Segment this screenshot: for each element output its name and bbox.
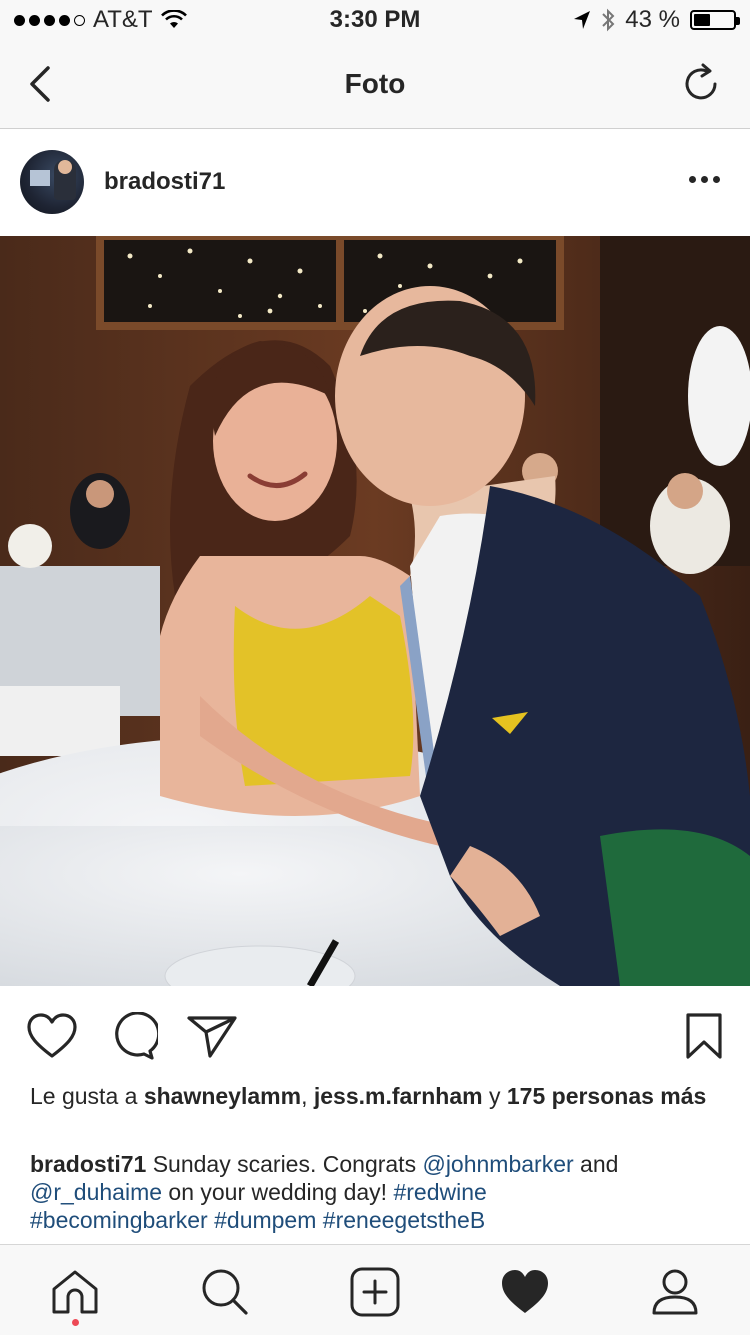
mention-link[interactable]: @johnmbarker bbox=[422, 1151, 573, 1177]
add-post-icon bbox=[350, 1267, 400, 1317]
post-photo[interactable] bbox=[0, 236, 750, 986]
activity-heart-icon bbox=[502, 1270, 548, 1313]
likes-conjunction: y bbox=[482, 1083, 507, 1109]
tab-bar bbox=[0, 1244, 750, 1335]
bluetooth-icon bbox=[602, 8, 615, 32]
page-title: Foto bbox=[344, 68, 406, 99]
post-actions bbox=[0, 986, 750, 1082]
post-photo-image bbox=[0, 236, 750, 986]
send-icon[interactable] bbox=[186, 1012, 238, 1060]
caption-text: on your wedding day! bbox=[162, 1179, 394, 1205]
avatar[interactable] bbox=[20, 150, 84, 214]
comment-icon[interactable] bbox=[106, 1012, 158, 1060]
hashtag-link[interactable]: #becomingbarker bbox=[30, 1207, 208, 1233]
status-bar: AT&T 3:30 PM 43 % bbox=[0, 0, 750, 40]
caption-author[interactable]: bradosti71 bbox=[30, 1151, 146, 1177]
search-icon bbox=[202, 1269, 248, 1315]
notification-dot bbox=[72, 1319, 79, 1326]
likes-prefix: Le gusta a bbox=[30, 1083, 144, 1109]
likes-others-count[interactable]: 175 personas más bbox=[507, 1083, 706, 1109]
more-options-icon[interactable] bbox=[689, 176, 720, 183]
nav-bar: Foto bbox=[0, 40, 750, 129]
caption-text: and bbox=[573, 1151, 619, 1177]
profile-icon bbox=[652, 1269, 698, 1315]
battery-icon bbox=[690, 10, 740, 30]
liker-link[interactable]: jess.m.farnham bbox=[314, 1083, 483, 1109]
bookmark-icon[interactable] bbox=[678, 1012, 730, 1060]
tab-add-post[interactable] bbox=[350, 1267, 400, 1317]
hashtag-link[interactable]: #redwine bbox=[393, 1179, 486, 1205]
tab-activity[interactable] bbox=[500, 1267, 550, 1317]
caption-text: Sunday scaries. Congrats bbox=[146, 1151, 423, 1177]
heart-outline-icon[interactable] bbox=[26, 1012, 78, 1060]
liker-link[interactable]: shawneylamm bbox=[144, 1083, 301, 1109]
hashtag-link[interactable]: #reneegetstheB bbox=[323, 1207, 485, 1233]
likes-separator: , bbox=[301, 1083, 314, 1109]
likes-summary[interactable]: Le gusta a shawneylamm, jess.m.farnham y… bbox=[30, 1082, 720, 1110]
hashtag-link[interactable]: #dumpem bbox=[214, 1207, 316, 1233]
tab-home[interactable] bbox=[50, 1267, 100, 1326]
status-right: 43 % bbox=[573, 6, 740, 34]
post-caption: bradosti71 Sunday scaries. Congrats @joh… bbox=[30, 1150, 720, 1234]
home-icon bbox=[52, 1270, 98, 1314]
post-header: bradosti71 bbox=[0, 130, 750, 236]
tab-profile[interactable] bbox=[650, 1267, 700, 1317]
location-arrow-icon bbox=[574, 11, 591, 29]
post-username[interactable]: bradosti71 bbox=[104, 168, 225, 196]
mention-link[interactable]: @r_duhaime bbox=[30, 1179, 162, 1205]
tab-search[interactable] bbox=[200, 1267, 250, 1317]
refresh-icon[interactable] bbox=[682, 62, 722, 106]
battery-percent: 43 % bbox=[625, 6, 680, 33]
